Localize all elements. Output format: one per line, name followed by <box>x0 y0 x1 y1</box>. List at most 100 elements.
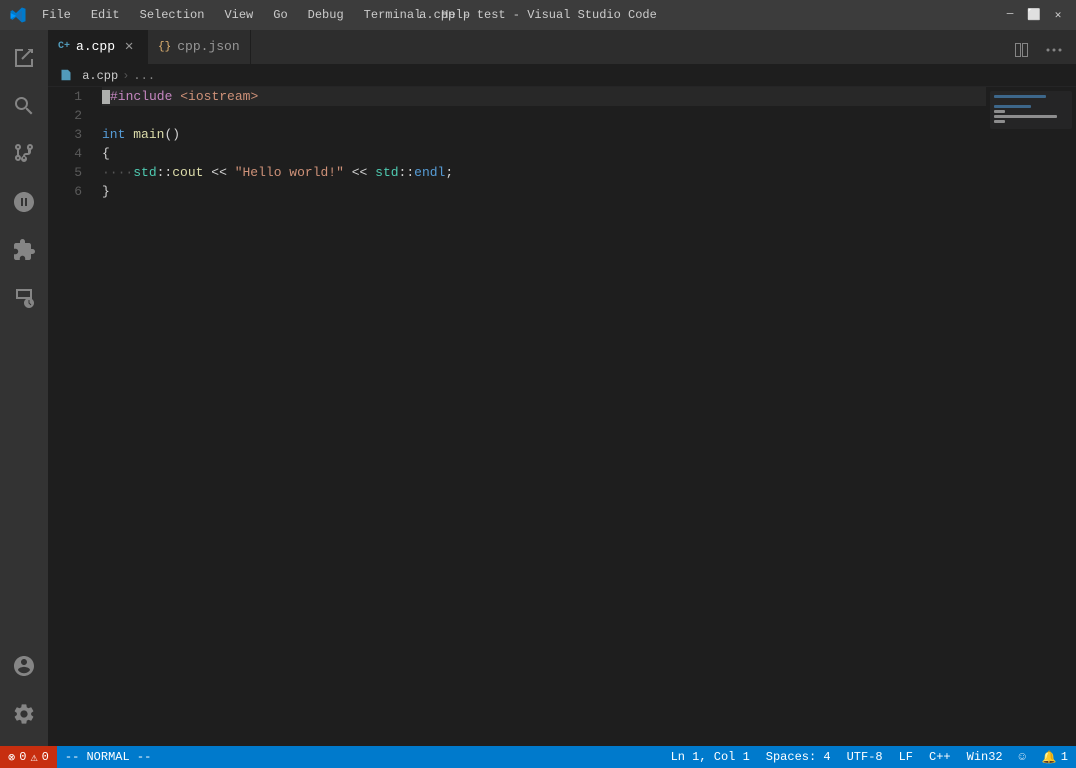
status-language[interactable]: C++ <box>921 746 959 768</box>
line-number-5: 5 <box>48 163 90 182</box>
token-semicolon: ; <box>445 163 453 182</box>
tab-json-icon: {} <box>158 41 171 53</box>
activity-search-icon[interactable] <box>0 82 48 130</box>
tab-cpp-icon: C+ <box>58 41 70 52</box>
restore-button[interactable]: ⬜ <box>1026 7 1042 23</box>
line-numbers: 1 2 3 4 5 6 <box>48 87 98 746</box>
cursor <box>102 90 110 104</box>
token-include-file: <iostream> <box>180 87 258 106</box>
line-number-4: 4 <box>48 144 90 163</box>
code-line-4: { <box>102 144 986 163</box>
token-string: "Hello world!" <box>235 163 344 182</box>
notification-count: 1 <box>1061 750 1068 764</box>
minimize-button[interactable]: ─ <box>1002 7 1018 23</box>
title-bar: File Edit Selection View Go Debug Termin… <box>0 0 1076 30</box>
menu-go[interactable]: Go <box>265 6 295 24</box>
activity-debug-icon[interactable] <box>0 178 48 226</box>
main-layout: C+ a.cpp ✕ {} cpp.json a.cpp <box>0 30 1076 746</box>
status-platform[interactable]: Win32 <box>959 746 1011 768</box>
token-space5 <box>344 163 352 182</box>
editor-content[interactable]: 1 2 3 4 5 6 #include <iostream> int main… <box>48 87 1076 746</box>
status-encoding[interactable]: UTF-8 <box>839 746 891 768</box>
menu-edit[interactable]: Edit <box>83 6 128 24</box>
warning-count: 0 <box>42 750 49 764</box>
status-notifications[interactable]: 🔔 1 <box>1034 746 1076 768</box>
error-count: 0 <box>19 750 26 764</box>
activity-bar <box>0 30 48 746</box>
code-line-1: #include <iostream> <box>102 87 986 106</box>
minimap-line-4 <box>994 110 1005 113</box>
status-feedback[interactable]: ☺ <box>1011 746 1034 768</box>
token-include-keyword: #include <box>110 87 172 106</box>
code-line-5: ····std::cout << "Hello world!" << std::… <box>102 163 986 182</box>
platform-text: Win32 <box>967 750 1003 764</box>
activity-source-control-icon[interactable] <box>0 130 48 178</box>
activity-extensions-icon[interactable] <box>0 226 48 274</box>
window-controls: ─ ⬜ ✕ <box>1002 7 1066 23</box>
token-main: main <box>133 125 164 144</box>
tab-label-a-cpp: a.cpp <box>76 39 115 54</box>
spaces-text: Spaces: 4 <box>766 750 831 764</box>
feedback-icon: ☺ <box>1019 750 1026 764</box>
vim-mode-text: -- NORMAL -- <box>65 750 151 764</box>
tab-a-cpp[interactable]: C+ a.cpp ✕ <box>48 30 148 64</box>
status-left: ⊗ 0 ⚠ 0 -- NORMAL -- <box>0 746 159 768</box>
status-bar: ⊗ 0 ⚠ 0 -- NORMAL -- Ln 1, Col 1 Spaces:… <box>0 746 1076 768</box>
status-position[interactable]: Ln 1, Col 1 <box>663 746 758 768</box>
tab-bar-actions <box>1008 36 1076 64</box>
breadcrumb: a.cpp › ... <box>48 65 1076 87</box>
status-spaces[interactable]: Spaces: 4 <box>758 746 839 768</box>
line-number-2: 2 <box>48 106 90 125</box>
status-line-ending[interactable]: LF <box>891 746 921 768</box>
encoding-text: UTF-8 <box>847 750 883 764</box>
token-open-brace: { <box>102 144 110 163</box>
code-area[interactable]: #include <iostream> int main() { ····std… <box>98 87 986 746</box>
bell-icon: 🔔 <box>1042 750 1057 765</box>
token-std1: std <box>133 163 156 182</box>
token-shift1: << <box>211 163 227 182</box>
title-bar-menu: File Edit Selection View Go Debug Termin… <box>34 6 478 24</box>
tab-cpp-json[interactable]: {} cpp.json <box>148 30 251 64</box>
token-scope2: :: <box>399 163 415 182</box>
code-line-6: } <box>102 182 986 201</box>
token-endl: endl <box>414 163 445 182</box>
status-right: Ln 1, Col 1 Spaces: 4 UTF-8 LF C++ Win32… <box>663 746 1076 768</box>
vscode-logo-icon <box>10 7 26 23</box>
error-icon: ⊗ <box>8 750 15 765</box>
position-text: Ln 1, Col 1 <box>671 750 750 764</box>
menu-debug[interactable]: Debug <box>300 6 352 24</box>
status-errors-warnings[interactable]: ⊗ 0 ⚠ 0 <box>0 746 57 768</box>
tab-close-a-cpp[interactable]: ✕ <box>121 39 137 55</box>
token-parens: () <box>164 125 180 144</box>
activity-accounts-icon[interactable] <box>0 642 48 690</box>
close-button[interactable]: ✕ <box>1050 7 1066 23</box>
line-ending-text: LF <box>899 750 913 764</box>
menu-view[interactable]: View <box>216 6 261 24</box>
minimap-line-3 <box>994 105 1031 108</box>
warning-icon: ⚠ <box>30 750 37 765</box>
breadcrumb-file: a.cpp <box>60 69 118 83</box>
token-cout: cout <box>172 163 203 182</box>
more-actions-button[interactable] <box>1040 36 1068 64</box>
language-text: C++ <box>929 750 951 764</box>
tab-label-cpp-json: cpp.json <box>177 39 239 54</box>
code-line-3: int main() <box>102 125 986 144</box>
line-number-6: 6 <box>48 182 90 201</box>
activity-remote-icon[interactable] <box>0 274 48 322</box>
token-int: int <box>102 125 125 144</box>
menu-file[interactable]: File <box>34 6 79 24</box>
minimap-line-1 <box>994 95 1046 98</box>
activity-settings-icon[interactable] <box>0 690 48 738</box>
minimap-content <box>990 91 1072 129</box>
status-vim-mode[interactable]: -- NORMAL -- <box>57 746 159 768</box>
token-close-brace: } <box>102 182 110 201</box>
window-title: a.cpp - test - Visual Studio Code <box>419 8 657 22</box>
menu-selection[interactable]: Selection <box>132 6 213 24</box>
split-editor-button[interactable] <box>1008 36 1036 64</box>
breadcrumb-section: ... <box>133 69 155 83</box>
activity-explorer-icon[interactable] <box>0 34 48 82</box>
token-space6 <box>367 163 375 182</box>
token-scope1: :: <box>157 163 173 182</box>
token-std2: std <box>375 163 398 182</box>
minimap-line-6 <box>994 120 1005 123</box>
